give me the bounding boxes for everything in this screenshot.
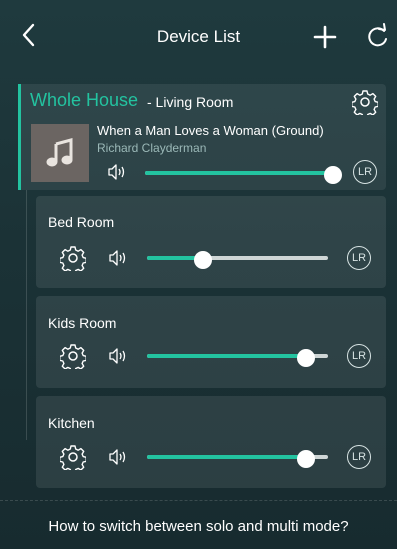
mode-help-link[interactable]: How to switch between solo and multi mod… — [0, 518, 397, 535]
kitchen-volume-slider[interactable] — [147, 450, 328, 468]
group-tree-line — [26, 190, 27, 440]
master-volume-fill — [145, 171, 333, 175]
refresh-icon[interactable] — [362, 22, 392, 52]
master-settings-gear-icon[interactable] — [352, 89, 378, 115]
bed-room-volume-knob[interactable] — [194, 251, 213, 269]
room-card-kitchen[interactable] — [36, 396, 386, 488]
add-device-plus-icon[interactable] — [310, 22, 340, 52]
master-speaker-volume-icon[interactable] — [107, 163, 127, 181]
master-room-name: - Living Room — [147, 94, 234, 110]
album-art[interactable] — [31, 124, 89, 182]
kids-room-volume-fill — [147, 354, 307, 358]
kids-room-volume-slider[interactable] — [147, 349, 328, 367]
kids-room-speaker-volume-icon[interactable] — [108, 347, 128, 365]
master-volume-slider[interactable] — [145, 166, 342, 184]
master-accent-bar — [18, 84, 21, 190]
room-card-kids-room[interactable] — [36, 296, 386, 388]
master-channel-lr-button[interactable]: LR — [353, 160, 377, 184]
room-card-bed-room[interactable] — [36, 196, 386, 288]
room-name-kids-room: Kids Room — [48, 315, 117, 331]
bed-room-channel-lr-button[interactable]: LR — [347, 246, 371, 270]
kitchen-volume-fill — [147, 455, 307, 459]
group-name: Whole House — [30, 90, 139, 110]
footer-divider — [0, 500, 397, 502]
room-name-bed-room: Bed Room — [48, 214, 115, 230]
music-note-icon — [46, 138, 73, 167]
kids-room-channel-lr-button[interactable]: LR — [347, 344, 371, 368]
kitchen-settings-gear-icon[interactable] — [60, 444, 86, 470]
master-volume-knob[interactable] — [324, 166, 342, 184]
bed-room-volume-slider[interactable] — [147, 251, 328, 269]
artist-name: Richard Clayderman — [97, 141, 207, 155]
kids-room-settings-gear-icon[interactable] — [60, 343, 86, 369]
room-name-kitchen: Kitchen — [48, 415, 95, 431]
bed-room-speaker-volume-icon[interactable] — [108, 249, 128, 267]
kitchen-channel-lr-button[interactable]: LR — [347, 445, 371, 469]
kitchen-speaker-volume-icon[interactable] — [108, 448, 128, 466]
bed-room-settings-gear-icon[interactable] — [60, 245, 86, 271]
song-title: When a Man Loves a Woman (Ground) — [97, 123, 324, 138]
